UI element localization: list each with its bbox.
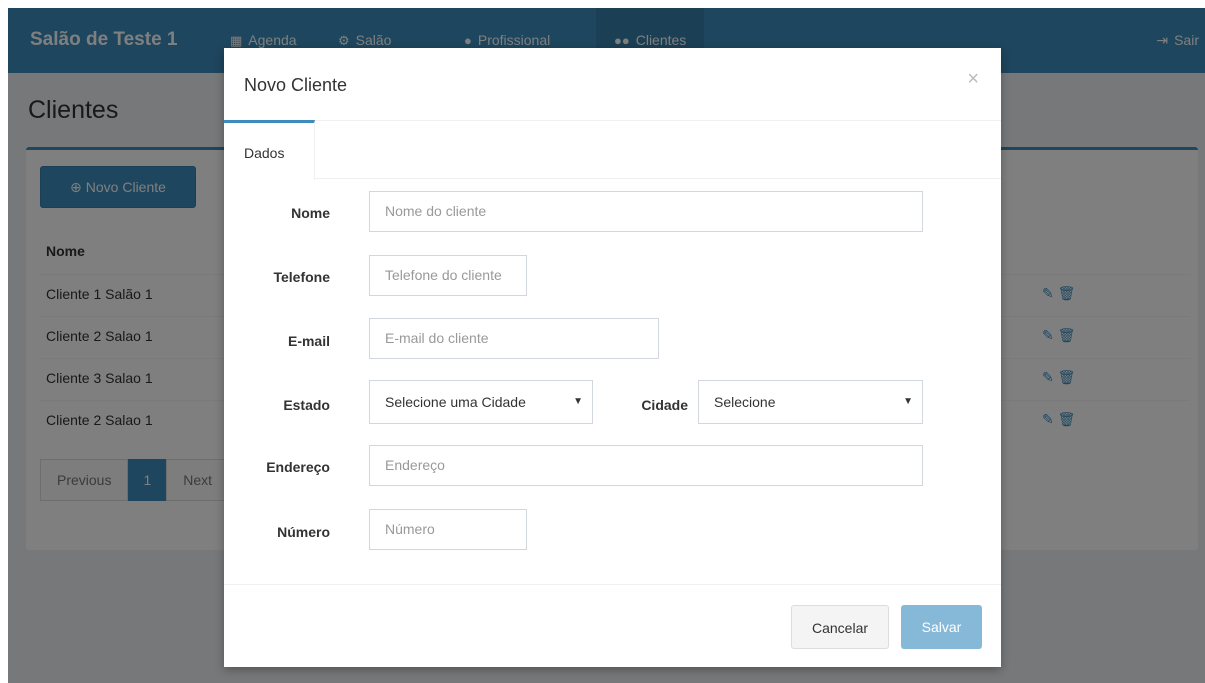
- email-input[interactable]: E-mail do cliente: [369, 318, 659, 359]
- email-label: E-mail: [287, 333, 330, 349]
- caret-down-icon: ▼: [903, 396, 913, 407]
- close-icon[interactable]: ×: [967, 68, 979, 91]
- cancel-button[interactable]: Cancelar: [791, 605, 889, 649]
- numero-input[interactable]: Número: [369, 509, 527, 550]
- nome-input[interactable]: Nome do cliente: [369, 191, 923, 232]
- telefone-input[interactable]: Telefone do cliente: [369, 255, 527, 296]
- new-client-modal: Novo Cliente × Dados Nome Nome do client…: [224, 48, 1001, 667]
- estado-select[interactable]: Selecione uma Cidade ▼: [369, 380, 593, 424]
- tab-label: Dados: [244, 145, 285, 161]
- save-button[interactable]: Salvar: [901, 605, 982, 649]
- caret-down-icon: ▼: [573, 396, 583, 407]
- endereco-label: Endereço: [266, 459, 330, 475]
- cidade-label: Cidade: [641, 397, 688, 413]
- tab-dados[interactable]: Dados: [224, 120, 315, 180]
- numero-label: Número: [277, 524, 330, 540]
- endereco-input[interactable]: Endereço: [369, 445, 923, 486]
- cidade-value: Selecione: [714, 394, 776, 410]
- modal-title: Novo Cliente: [244, 75, 348, 95]
- nome-label: Nome: [291, 205, 330, 221]
- cidade-select[interactable]: Selecione ▼: [698, 380, 923, 424]
- telefone-label: Telefone: [273, 269, 330, 285]
- modal-tabs: Dados: [224, 120, 1001, 180]
- modal-footer-divider: [224, 584, 1001, 585]
- estado-label: Estado: [283, 397, 330, 413]
- estado-value: Selecione uma Cidade: [385, 394, 526, 410]
